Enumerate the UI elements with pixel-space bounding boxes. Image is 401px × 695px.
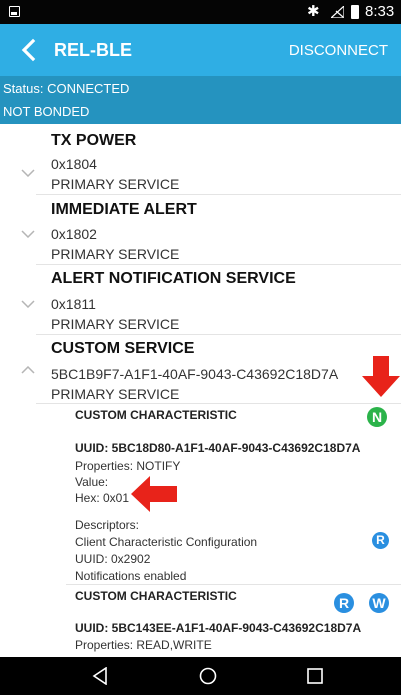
service-uuid: 0x1804 — [51, 156, 97, 172]
characteristic-title: CUSTOM CHARACTERISTIC — [75, 408, 237, 422]
chevron-down-icon[interactable] — [21, 230, 35, 238]
service-name: TX POWER — [51, 132, 137, 149]
nav-recents-icon[interactable] — [307, 668, 323, 684]
connection-status-panel: Status: CONNECTED NOT BONDED — [0, 76, 401, 124]
nav-home-icon[interactable] — [199, 667, 217, 685]
annotation-arrow-left-icon — [131, 476, 177, 512]
disconnect-button[interactable]: DISCONNECT — [289, 42, 388, 60]
characteristic-title: CUSTOM CHARACTERISTIC — [75, 589, 237, 603]
gallery-icon — [9, 6, 20, 17]
service-name: ALERT NOTIFICATION SERVICE — [51, 270, 296, 287]
service-type: PRIMARY SERVICE — [51, 386, 180, 402]
characteristic-value-label: Value: — [75, 475, 109, 489]
characteristic-properties: Properties: READ,WRITE — [75, 638, 212, 652]
clock-time: 8:33 — [365, 3, 395, 20]
descriptor-uuid: UUID: 0x2902 — [75, 552, 151, 566]
descriptor-name: Client Characteristic Configuration — [75, 535, 258, 549]
service-item-alert-notification[interactable]: ALERT NOTIFICATION SERVICE 0x1811 PRIMAR… — [0, 264, 401, 334]
characteristic-properties: Properties: NOTIFY — [75, 459, 181, 473]
characteristic-uuid: UUID: 5BC18D80-A1F1-40AF-9043-C43692C18D… — [75, 441, 361, 455]
descriptors-label: Descriptors: — [75, 518, 140, 532]
service-uuid: 5BC1B9F7-A1F1-40AF-9043-C43692C18D7A — [51, 366, 339, 382]
bond-status-text: NOT BONDED — [3, 104, 90, 119]
characteristic-uuid: UUID: 5BC143EE-A1F1-40AF-9043-C43692C18D… — [75, 621, 362, 635]
descriptor-read-button[interactable]: R — [372, 532, 389, 549]
service-item-tx-power[interactable]: TX POWER 0x1804 PRIMARY SERVICE — [0, 124, 401, 194]
chevron-down-icon[interactable] — [21, 300, 35, 308]
characteristic-item[interactable]: CUSTOM CHARACTERISTIC UUID: 5BC18D80-A1F… — [0, 404, 401, 584]
descriptor-value: Notifications enabled — [75, 569, 187, 583]
service-name: IMMEDIATE ALERT — [51, 201, 197, 218]
read-button[interactable]: R — [334, 593, 354, 613]
app-toolbar: REL-BLE DISCONNECT — [0, 24, 401, 76]
service-type: PRIMARY SERVICE — [51, 176, 180, 192]
service-item-custom[interactable]: CUSTOM SERVICE 5BC1B9F7-A1F1-40AF-9043-C… — [0, 334, 401, 404]
chevron-up-icon[interactable] — [21, 366, 35, 374]
connection-status-text: Status: CONNECTED — [3, 81, 130, 96]
battery-icon — [351, 5, 359, 19]
write-button[interactable]: W — [369, 593, 389, 613]
notify-toggle-button[interactable]: N — [367, 407, 387, 427]
service-type: PRIMARY SERVICE — [51, 246, 180, 262]
device-title: REL-BLE — [54, 40, 132, 60]
bluetooth-icon: ✱ — [307, 3, 320, 20]
annotation-arrow-down-icon — [362, 356, 400, 397]
back-chevron-icon[interactable] — [18, 38, 40, 62]
system-status-bar: ✱ 8:33 — [0, 0, 401, 24]
system-navigation-bar — [0, 657, 401, 695]
characteristic-hex-value: Hex: 0x01 — [75, 491, 130, 505]
no-signal-icon — [331, 6, 344, 18]
chevron-down-icon[interactable] — [21, 169, 35, 177]
service-uuid: 0x1811 — [51, 296, 96, 312]
service-uuid: 0x1802 — [51, 226, 97, 242]
nav-back-icon[interactable] — [92, 667, 108, 685]
service-item-immediate-alert[interactable]: IMMEDIATE ALERT 0x1802 PRIMARY SERVICE — [0, 194, 401, 264]
service-type: PRIMARY SERVICE — [51, 316, 180, 332]
characteristic-item[interactable]: CUSTOM CHARACTERISTIC UUID: 5BC143EE-A1F… — [0, 585, 401, 657]
service-name: CUSTOM SERVICE — [51, 340, 195, 357]
